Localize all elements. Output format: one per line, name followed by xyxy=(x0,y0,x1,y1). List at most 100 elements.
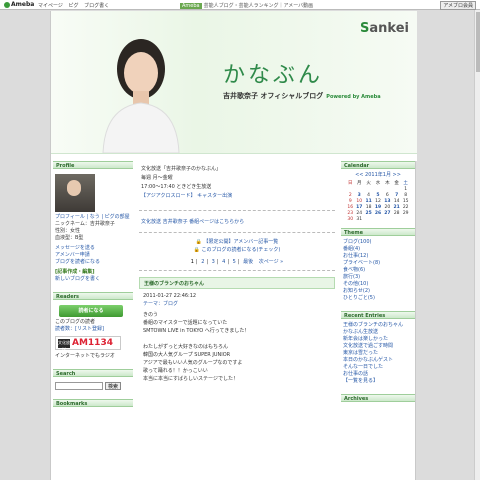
theme-box: Theme ブログ(100) 番組(4) お仕事(12) プライベート(8) 食… xyxy=(341,228,415,305)
nav-write[interactable]: ブログ書く xyxy=(84,3,109,9)
topbar-promo[interactable]: Ameba 芸能人ブログ・芸能人ランキング｜アメーバ動画 xyxy=(180,2,313,9)
recent-entry[interactable]: 東京は雪だった xyxy=(343,350,413,357)
recent-entry[interactable]: 文化放送で過ごす時間 xyxy=(343,343,413,350)
profile-heading: Profile xyxy=(53,161,133,169)
cal-day: 29 xyxy=(402,210,409,216)
profile-box: Profile プロフィール | なう | ピグの部屋 ニックネーム：吉井歌奈子… xyxy=(53,161,133,286)
readers-heading: Readers xyxy=(53,292,133,300)
right-sidebar: Calendar << 2011年1月 >> 日 月 火 水 木 金 土 1 2… xyxy=(341,161,415,408)
nav-pigg[interactable]: ピグ xyxy=(69,3,79,9)
pagination: 1 | 2 | 3 | 4 | 5 | 最後 次ページ » xyxy=(190,259,284,265)
blog-header: Sankei かなぶん 吉井歌奈子 オフィシャルブログ Powered by Am… xyxy=(51,11,417,153)
theme-item[interactable]: お仕事(12) xyxy=(343,253,413,260)
recent-entry[interactable]: 新年会は楽しかった xyxy=(343,336,413,343)
post-theme[interactable]: テーマ：ブログ xyxy=(143,300,331,308)
calendar-heading: Calendar xyxy=(341,161,415,169)
asia-crossroad-link[interactable]: 【アジアクロスロード】 キャスター出演 xyxy=(141,192,333,201)
cal-day-link[interactable]: 21 xyxy=(392,204,401,210)
recent-entry[interactable]: 王様のブランチのおちゃん xyxy=(343,322,413,329)
post-line: アジアで最もいい人気のグループなのですよ xyxy=(143,360,243,366)
scrollbar-thumb[interactable] xyxy=(476,12,480,72)
cal-day: 30 xyxy=(347,216,354,222)
theme-item[interactable]: ブログ(100) xyxy=(343,239,413,246)
amember-list-link[interactable]: 🔒 【限定公開】アメンバー記事一覧 xyxy=(139,238,335,246)
search-button[interactable]: 検索 xyxy=(105,382,121,390)
intro-line-2: 毎週 月〜金曜 xyxy=(141,175,173,181)
blog-page: Sankei かなぶん 吉井歌奈子 オフィシャルブログ Powered by Am… xyxy=(50,11,417,480)
header-separator xyxy=(51,153,417,161)
cal-day-link[interactable]: 25 xyxy=(364,210,373,216)
ameba-logo-icon xyxy=(4,1,10,8)
intro-line-1: 文化放送「吉井歌奈子のかなぶん」 xyxy=(141,166,222,172)
post-date: 2011-01-27 22:46:12 xyxy=(143,293,197,299)
send-message-link[interactable]: メッセージを送る xyxy=(55,245,131,252)
search-input[interactable] xyxy=(55,382,103,390)
search-box: Search 検索 xyxy=(53,369,133,393)
cal-day: 22 xyxy=(402,204,409,210)
recent-entry[interactable]: そんな一日でした xyxy=(343,364,413,371)
lock-icon: 🔒 xyxy=(195,239,202,245)
post-title[interactable]: 王様のブランチのおちゃん xyxy=(139,277,335,289)
theme-item[interactable]: 番組(4) xyxy=(343,246,413,253)
theme-item[interactable]: お知らせ(2) xyxy=(343,288,413,295)
page-last[interactable]: 最後 xyxy=(243,259,253,265)
profile-links[interactable]: プロフィール | なう | ピグの部屋 xyxy=(55,214,131,221)
theme-item[interactable]: 旅行(3) xyxy=(343,274,413,281)
page-3[interactable]: 3 xyxy=(212,259,215,265)
blog-title[interactable]: かなぶん xyxy=(223,57,323,89)
page-4[interactable]: 4 xyxy=(222,259,225,265)
bunka-hoso-banner[interactable]: 文化放送 AM1134 xyxy=(55,336,121,352)
theme-item[interactable]: 食べ物(6) xyxy=(343,267,413,274)
main-content: 文化放送「吉井歌奈子のかなぶん」 毎週 月〜金曜 17:00〜17:40 ときど… xyxy=(139,161,335,386)
divider xyxy=(139,232,335,233)
divider xyxy=(139,270,335,271)
recent-entry[interactable]: お仕事の話 xyxy=(343,371,413,378)
search-heading: Search xyxy=(53,369,133,377)
bunka-hoso-logo: 文化放送 xyxy=(58,339,70,352)
article-edit-title[interactable]: [記事作成・編集] xyxy=(55,269,131,276)
cal-day-link[interactable]: 11 xyxy=(364,198,373,204)
cal-day: 15 xyxy=(402,198,409,204)
page-next[interactable]: 次ページ » xyxy=(259,259,284,265)
profile-avatar[interactable] xyxy=(55,174,95,212)
program-page-link[interactable]: 文化放送 吉井歌奈子 番組ページはこちらから xyxy=(139,216,335,227)
recent-entries-box: Recent Entries 王様のブランチのおちゃん かなぶん生放送 新年会は… xyxy=(341,311,415,388)
blog-subtitle: 吉井歌奈子 オフィシャルブログ Powered by Ameba xyxy=(223,92,381,100)
post-line: 韓国の大人気グループ SUPER JUNIOR xyxy=(143,352,231,358)
page-1[interactable]: 1 xyxy=(191,259,194,265)
page-5[interactable]: 5 xyxy=(233,259,236,265)
bookmarks-box: Bookmarks xyxy=(53,399,133,407)
bookmarks-heading: Bookmarks xyxy=(53,399,133,407)
bunka-hoso-frequency: AM1134 xyxy=(72,338,113,348)
ameba-member-button[interactable]: アメブロ会員 xyxy=(440,1,476,10)
become-reader-link[interactable]: ブログを読者になる xyxy=(55,259,131,266)
archives-heading: Archives xyxy=(341,394,415,402)
readers-count-link[interactable]: 読者数：[リスト登録] xyxy=(55,326,131,333)
profile-info-nickname: ニックネーム：吉井歌奈子 xyxy=(55,221,115,227)
theme-item[interactable]: ひとりごと(5) xyxy=(343,295,413,302)
theme-item[interactable]: プライベート(8) xyxy=(343,260,413,267)
calendar: << 2011年1月 >> 日 月 火 水 木 金 土 1 2345678 91… xyxy=(346,171,410,222)
become-reader-button[interactable]: 読者になる xyxy=(59,305,123,317)
post-line: 本当に本当にすばらしいステージでした！ xyxy=(143,376,238,382)
sankei-logo: Sankei xyxy=(360,21,409,36)
readers-text: このブログの読者 xyxy=(55,319,96,325)
intro-line-3: 17:00〜17:40 ときどき生放送 xyxy=(141,184,212,190)
page-2[interactable]: 2 xyxy=(201,259,204,265)
vertical-scrollbar[interactable] xyxy=(474,10,480,480)
write-new-link[interactable]: 新しいブログを書く xyxy=(55,276,131,283)
recent-entry[interactable]: 本日のかなぶんゲスト xyxy=(343,357,413,364)
recent-entry[interactable]: かなぶん生放送 xyxy=(343,329,413,336)
post-line xyxy=(143,335,331,343)
theme-item[interactable]: その他(10) xyxy=(343,281,413,288)
cal-day: 31 xyxy=(356,216,363,222)
left-sidebar: Profile プロフィール | なう | ピグの部屋 ニックネーム：吉井歌奈子… xyxy=(53,161,133,413)
topbar-nav: マイページ ピグ ブログ書く xyxy=(38,2,113,9)
calendar-month[interactable]: << 2011年1月 >> xyxy=(346,171,410,178)
recent-entries-more[interactable]: 【一覧を見る】 xyxy=(343,378,413,385)
reader-check-link[interactable]: 🔒 このブログの読者になる(チェック) xyxy=(139,246,335,254)
ameba-logo[interactable]: Ameba xyxy=(4,1,34,8)
calendar-box: Calendar << 2011年1月 >> 日 月 火 水 木 金 土 1 2… xyxy=(341,161,415,222)
nav-mypage[interactable]: マイページ xyxy=(38,3,63,9)
amember-request-link[interactable]: アメンバー申請 xyxy=(55,252,131,259)
